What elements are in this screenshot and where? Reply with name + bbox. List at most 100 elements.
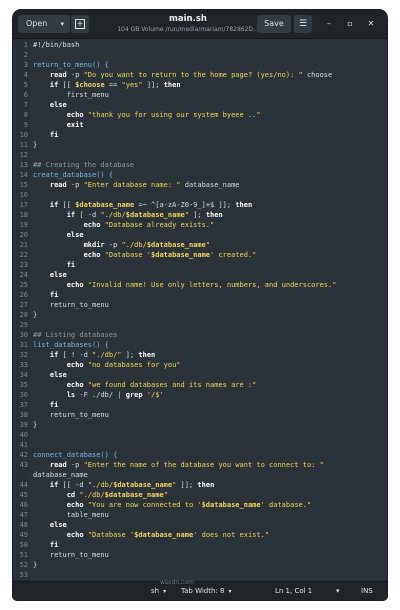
close-button[interactable]: ✕ [365,19,377,29]
code-token: "./db/ [79,491,105,499]
watermark: wsxdn.com [160,579,194,586]
code-text: read -p "Enter the name of the database … [33,460,324,470]
hamburger-menu-button[interactable]: ☰ [294,15,312,33]
insert-mode[interactable]: INS [361,582,373,600]
line-number: 35 [19,381,28,389]
code-token: if [33,211,76,219]
status-bar: sh ▾ Tab Width: 8 ▾ Ln 1, Col 1 ▾ INS [13,581,387,600]
line-number: 8 [23,111,28,119]
line-number: 45 [19,491,28,499]
code-token: fi [33,131,59,139]
line-number: 47 [19,511,28,519]
code-token: return_to_menu [33,301,109,309]
code-token: '/$' [146,391,164,399]
code-text: echo "You are now connected to '$databas… [33,500,311,510]
code-token: database_name [33,471,88,479]
cursor-position[interactable]: Ln 1, Col 1 [275,582,312,600]
code-token: "You are now connected to ' [87,501,202,509]
code-token: "./db/ [87,481,114,489]
line-number: 37 [19,401,28,409]
save-button[interactable]: Save [257,15,291,33]
code-text: return_to_menu [33,300,109,310]
line-number: 28 [19,311,28,319]
code-text: } [33,140,37,150]
code-token: } [33,561,38,569]
code-token: choose [302,71,333,79]
code-token: else [33,231,84,239]
line-number: 51 [19,551,28,559]
minimize-button[interactable]: – [323,19,335,29]
code-token: fi [33,261,76,269]
code-text: fi [33,260,75,270]
code-text: create_database() { [33,170,113,180]
code-text: echo "Database '$database_name' does not… [33,530,269,540]
code-token: [[ -d [58,481,88,489]
code-token: $choose [75,81,105,89]
code-token: -p [66,181,84,189]
line-number: 26 [19,291,28,299]
code-text: database_name [33,470,88,480]
code-token: ls [33,391,76,399]
code-token: "Database ' [87,531,135,539]
code-token: then [205,211,223,219]
code-token: if [33,481,59,489]
code-token: fi [33,541,59,549]
chevron-down-icon: ▾ [163,588,167,595]
code-token: == [104,81,122,89]
line-number: 23 [19,261,28,269]
code-text: connect_database() { [33,450,117,460]
code-token: return_to_menu() { [33,61,109,69]
line-number: 38 [19,411,28,419]
line-number: 19 [19,221,28,229]
code-text: table_menu [33,510,109,520]
code-text: echo "Database already exists." [33,220,215,230]
code-text: else [33,520,67,530]
line-number: 22 [19,251,28,259]
code-token: if [33,351,59,359]
file-path: 104 GB Volume /run/media/mariam/782862D.… [117,26,259,33]
code-token: -p [66,461,84,469]
line-number: 20 [19,231,28,239]
code-token: fi [33,401,59,409]
tab-width-label: Tab Width: 8 [181,587,225,595]
line-number: 7 [23,101,28,109]
code-token: fi [33,291,59,299]
code-token: $database_name [151,251,211,259]
line-number: 16 [19,191,28,199]
code-editor[interactable]: 1 #!/bin/bash 2 3 return_to_menu() {4 read -… [13,39,387,581]
position-menu-caret[interactable]: ▾ [336,582,340,600]
new-tab-button[interactable]: + [71,15,89,33]
line-number: 15 [19,181,28,189]
code-token: table_menu [33,511,109,519]
code-token: "Enter database name: " [83,181,181,189]
code-token: "thank you for using our system byeee ..… [87,111,261,119]
code-token: mkdir [33,241,105,249]
code-token: "we found databases and its names are :" [87,381,257,389]
code-token: "Database ' [104,251,152,259]
line-number: 33 [19,361,28,369]
code-token: list_databases() { [33,341,109,349]
code-token: -p [66,71,84,79]
code-token: then [235,201,253,209]
line-number: 27 [19,301,28,309]
line-number: 53 [19,571,28,579]
code-token: else [33,101,67,109]
maximize-button[interactable]: ▫ [344,19,356,29]
code-token: ' does not exist." [193,531,270,539]
open-button[interactable]: Open ▾ [18,15,70,33]
code-token: [ ! -d [58,351,93,359]
line-number: 13 [19,161,28,169]
code-token: echo [33,221,101,229]
code-token: ]; [188,211,206,219]
line-number: 46 [19,501,28,509]
line-number: 36 [19,391,28,399]
line-number: 43 [19,461,28,469]
code-text: } [33,560,37,570]
code-token: cd [33,491,76,499]
code-text: ls -F ./db/ | grep '/$' [33,390,164,400]
code-token: else [33,521,67,529]
line-number: 21 [19,241,28,249]
code-text: return_to_menu [33,550,109,560]
editor-window: Open ▾ + main.sh 104 GB Volume /run/medi… [13,10,387,600]
code-text: echo "no databases for you" [33,360,181,370]
